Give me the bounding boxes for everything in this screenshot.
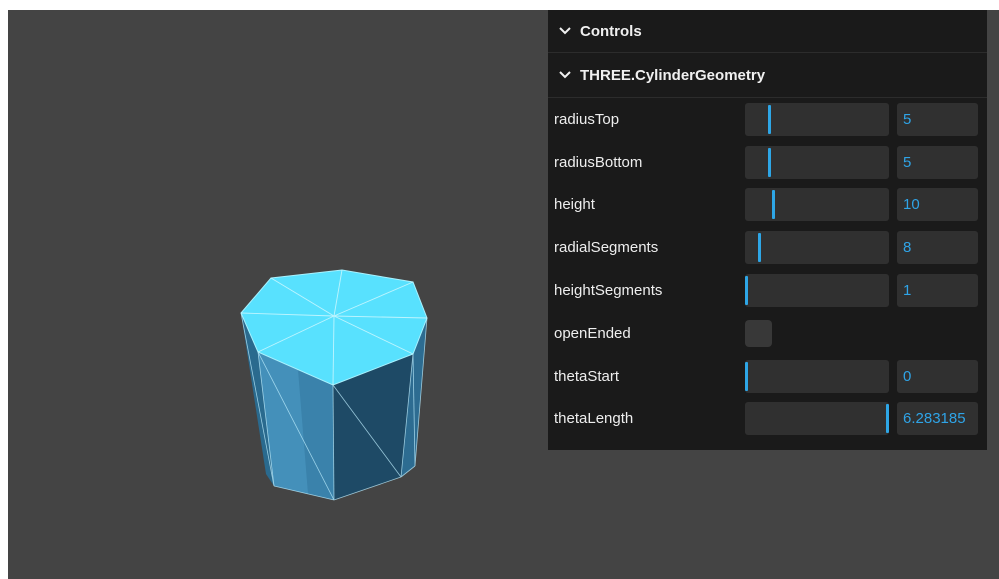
controls-panel: Controls THREE.CylinderGeometry radiusTo…: [548, 10, 987, 450]
param-row-radialSegments: radialSegments 8: [548, 226, 987, 269]
radiusBottom-slider[interactable]: [745, 145, 889, 179]
thetaStart-slider[interactable]: [745, 359, 889, 393]
param-label: radialSegments: [554, 239, 659, 257]
heightSegments-input[interactable]: 1: [897, 274, 978, 308]
param-row-radiusBottom: radiusBottom 5: [548, 141, 987, 184]
param-label: heightSegments: [554, 282, 663, 300]
radiusTop-slider[interactable]: [745, 102, 889, 136]
param-label: height: [554, 196, 595, 214]
param-label: radiusTop: [554, 110, 620, 128]
controls-folder-header[interactable]: Controls: [548, 10, 987, 53]
radialSegments-slider[interactable]: [745, 231, 889, 265]
param-label: radiusBottom: [554, 153, 643, 171]
param-row-thetaLength: thetaLength 6.283185: [548, 398, 987, 441]
param-row-thetaStart: thetaStart 0: [548, 355, 987, 398]
chevron-down-icon: [559, 27, 571, 35]
height-slider[interactable]: [745, 188, 889, 222]
slider-level-marker[interactable]: [745, 361, 748, 391]
param-label: thetaStart: [554, 367, 620, 385]
param-row-openEnded: openEnded: [548, 312, 987, 355]
radiusBottom-input[interactable]: 5: [897, 145, 978, 179]
param-row-heightSegments: heightSegments 1: [548, 269, 987, 312]
openEnded-checkbox[interactable]: [745, 319, 772, 347]
slider-level-marker[interactable]: [768, 147, 771, 177]
height-input[interactable]: 10: [897, 188, 978, 222]
param-label: openEnded: [554, 324, 631, 342]
slider-level-marker[interactable]: [772, 190, 775, 220]
param-row-height: height 10: [548, 184, 987, 227]
slider-level-marker[interactable]: [886, 404, 889, 434]
controls-title: Controls: [580, 22, 642, 40]
thetaLength-slider[interactable]: [745, 402, 889, 436]
radiusTop-input[interactable]: 5: [897, 102, 978, 136]
thetaStart-input[interactable]: 0: [897, 359, 978, 393]
param-label: thetaLength: [554, 410, 634, 428]
slider-level-marker[interactable]: [768, 104, 771, 134]
slider-level-marker[interactable]: [745, 276, 748, 306]
cylinder-geometry-folder-header[interactable]: THREE.CylinderGeometry: [548, 53, 987, 98]
thetaLength-input[interactable]: 6.283185: [897, 402, 978, 436]
slider-level-marker[interactable]: [758, 233, 761, 263]
folder-title: THREE.CylinderGeometry: [580, 66, 766, 84]
chevron-down-icon: [559, 71, 571, 79]
heightSegments-slider[interactable]: [745, 274, 889, 308]
param-row-radiusTop: radiusTop 5: [548, 98, 987, 141]
radialSegments-input[interactable]: 8: [897, 231, 978, 265]
